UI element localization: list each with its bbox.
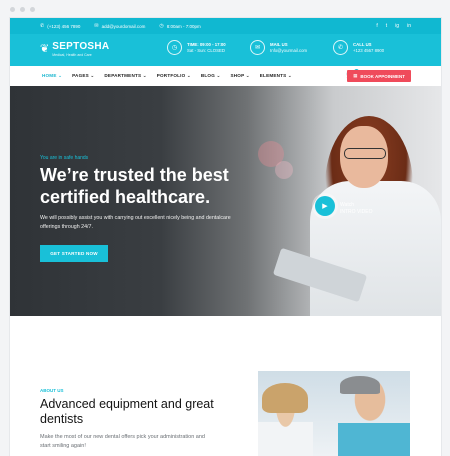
topbar-email-text: add@yourdomail.com [101, 23, 146, 29]
instagram-icon[interactable]: ig [395, 23, 399, 29]
info-call-sub: +123 4567 8900 [353, 47, 385, 53]
facebook-icon[interactable]: f [376, 23, 377, 29]
social-links: f t ig in [376, 18, 411, 34]
watch-line2: INTRO VIDEO [340, 209, 373, 215]
topbar-email[interactable]: ✉ add@yourdomail.com [94, 23, 145, 29]
nav-item-blog[interactable]: BLOG ⌄ [201, 73, 221, 79]
topbar-hours-text: 8:00am - 7:00pm [166, 23, 201, 29]
logo-name: SEPTOSHA [52, 41, 110, 52]
nav-item-elements[interactable]: ELEMENTS ⌄ [260, 73, 292, 79]
hero-section: You are in safe hands We’re trusted the … [10, 86, 441, 316]
window-dot [10, 7, 15, 12]
hands-heart-icon: ❦ [40, 43, 50, 55]
linkedin-icon[interactable]: in [407, 23, 411, 29]
hero-description: We will possibly assist you with carryin… [40, 215, 231, 230]
watch-intro-video[interactable]: Watch INTRO VIDEO [340, 202, 373, 216]
nav-item-home[interactable]: HOME ⌄ [42, 73, 62, 79]
nav-item-pages[interactable]: PAGES ⌄ [72, 73, 94, 79]
top-contact-bar: ✆ (+123) 456 7890 ✉ add@yourdomail.com ◷… [10, 18, 441, 34]
play-video-button[interactable]: ▶ [315, 196, 335, 216]
twitter-icon[interactable]: t [386, 23, 387, 29]
get-started-button[interactable]: GET STARTED NOW [40, 245, 108, 262]
envelope-icon: ✉ [94, 23, 99, 29]
dentist-man-hair [340, 376, 380, 394]
topbar-phone[interactable]: ✆ (+123) 456 7890 [40, 23, 80, 29]
window-dot [30, 7, 35, 12]
logo-tagline: Medical, Health and Care [52, 53, 92, 57]
clock-icon: ◷ [159, 23, 164, 29]
hero-title: We’re trusted the best certified healthc… [40, 165, 229, 207]
topbar-hours: ◷ 8:00am - 7:00pm [159, 23, 200, 29]
brand-bar: ❦ SEPTOSHA Medical, Health and Care ◷ TI… [10, 34, 441, 66]
about-eyebrow: ABOUT US [40, 388, 64, 393]
calendar-icon: ▦ [353, 73, 358, 78]
info-hours: ◷ TIME: 09:00 - 17:00 Sat - Sun: CLOSED [167, 40, 226, 55]
info-mail-sub: Info@yourmail.com [270, 47, 308, 53]
about-title: Advanced equipment and great dentists [40, 397, 214, 426]
dentists-photo [258, 371, 410, 456]
info-mail[interactable]: ✉ MAIL US Info@yourmail.com [250, 40, 307, 55]
main-nav: HOME ⌄ PAGES ⌄ DEPARTMENTS ⌄ PORTFOLIO ⌄… [10, 66, 441, 87]
about-section: ABOUT US Advanced equipment and great de… [10, 316, 441, 456]
nav-item-departments[interactable]: DEPARTMENTS ⌄ [104, 73, 146, 79]
play-icon: ▶ [322, 203, 328, 210]
site-logo[interactable]: ❦ SEPTOSHA Medical, Health and Care [40, 41, 110, 58]
nav-item-shop[interactable]: SHOP ⌄ [231, 73, 250, 79]
about-description: Make the most of our new dental offers p… [40, 434, 205, 449]
phone-icon: ✆ [333, 40, 348, 55]
hero-doctor-glasses [344, 148, 386, 159]
book-appointment-button[interactable]: ▦ BOOK APPOINMENT [347, 70, 411, 82]
envelope-icon: ✉ [250, 40, 265, 55]
book-appointment-label: BOOK APPOINMENT [360, 73, 405, 79]
hero-eyebrow: You are in safe hands [40, 155, 89, 161]
clock-icon: ◷ [167, 40, 182, 55]
window-controls [10, 7, 35, 12]
topbar-phone-text: (+123) 456 7890 [47, 23, 81, 29]
window-dot [20, 7, 25, 12]
info-call[interactable]: ✆ CALL US +123 4567 8900 [333, 40, 384, 55]
phone-icon: ✆ [40, 23, 45, 29]
watch-line1: Watch [340, 202, 354, 208]
info-hours-sub: Sat - Sun: CLOSED [187, 47, 225, 53]
page-frame: ✆ (+123) 456 7890 ✉ add@yourdomail.com ◷… [10, 18, 441, 456]
nav-item-portfolio[interactable]: PORTFOLIO ⌄ [157, 73, 191, 79]
dentist-woman-hair [262, 383, 308, 413]
